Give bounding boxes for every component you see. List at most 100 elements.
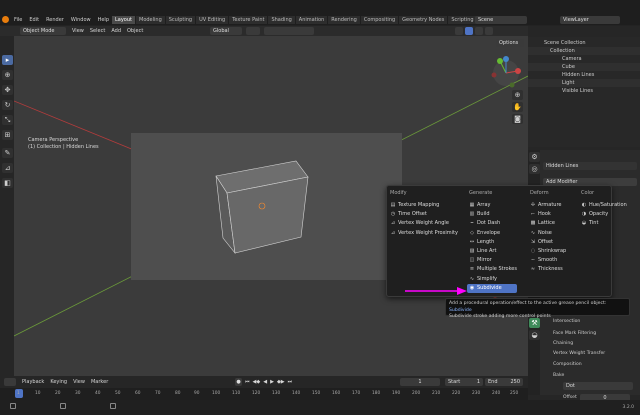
- panel-face-mark-filtering[interactable]: Face Mark Filtering: [553, 331, 596, 336]
- tab-modeling[interactable]: Modeling: [136, 16, 165, 24]
- object-name-field[interactable]: Hidden Lines: [543, 162, 637, 170]
- menu-item-mirror[interactable]: ◫ Mirror: [469, 256, 517, 265]
- menu-keying[interactable]: Keying: [50, 379, 67, 385]
- add-cube-tool-icon[interactable]: ◧: [2, 178, 13, 188]
- tool-tab-icon[interactable]: ⚙: [529, 152, 540, 162]
- end-frame-field[interactable]: End 250: [485, 378, 523, 386]
- scale-tool-icon[interactable]: ⤡: [2, 115, 13, 125]
- menu-item-envelope[interactable]: ◇ Envelope: [469, 229, 517, 238]
- outliner-item-hidden-lines[interactable]: Hidden Lines: [528, 71, 640, 79]
- tab-geometry-nodes[interactable]: Geometry Nodes: [399, 16, 448, 24]
- wireframe-shading-button[interactable]: [455, 27, 463, 35]
- snap-selector[interactable]: [264, 27, 314, 35]
- tab-layout[interactable]: Layout: [112, 16, 135, 24]
- menu-select[interactable]: Select: [90, 28, 105, 34]
- select-tool-icon[interactable]: ▸: [2, 55, 13, 65]
- next-keyframe-icon[interactable]: ◆▶: [277, 379, 285, 385]
- outliner-item-camera[interactable]: Camera: [528, 55, 640, 63]
- current-frame-field[interactable]: 1: [400, 378, 440, 386]
- rendered-shading-button[interactable]: [485, 27, 493, 35]
- menu-item-length[interactable]: ↔ Length: [469, 238, 517, 247]
- jump-end-icon[interactable]: ⏭: [288, 379, 293, 385]
- cursor-tool-icon[interactable]: ⊕: [2, 70, 13, 80]
- tab-rendering[interactable]: Rendering: [328, 16, 360, 24]
- pivot-selector[interactable]: [246, 27, 260, 35]
- menu-item-multiple-strokes[interactable]: ≡ Multiple Strokes: [469, 265, 517, 274]
- blender-logo-icon[interactable]: [2, 16, 9, 23]
- prev-keyframe-icon[interactable]: ◀◆: [253, 379, 261, 385]
- object-data-tab-icon[interactable]: ◒: [529, 330, 540, 340]
- menu-item-noise[interactable]: ∿ Noise: [530, 229, 566, 238]
- menu-marker[interactable]: Marker: [91, 379, 108, 385]
- menu-item-vertex-weight-proximity[interactable]: ⊿ Vertex Weight Proximity: [390, 229, 458, 238]
- navigation-gizmo[interactable]: [488, 55, 524, 91]
- tab-uv-editing[interactable]: UV Editing: [196, 16, 229, 24]
- camera-view-icon[interactable]: ◙: [512, 114, 523, 124]
- tab-sculpting[interactable]: Sculpting: [165, 16, 196, 24]
- timeline-editor-type[interactable]: [4, 378, 16, 386]
- panel-bake[interactable]: Bake: [553, 373, 564, 378]
- tab-animation[interactable]: Animation: [295, 16, 328, 24]
- menu-item-dot-dash[interactable]: ┅ Dot Dash: [469, 219, 517, 228]
- panel-chaining[interactable]: Chaining: [553, 341, 573, 346]
- outliner-item-light[interactable]: Light: [528, 79, 640, 87]
- panel-composition[interactable]: Composition: [553, 362, 582, 367]
- menu-item-lattice[interactable]: ▩ Lattice: [530, 219, 566, 228]
- menu-item-thickness[interactable]: ≈ Thickness: [530, 265, 566, 274]
- move-tool-icon[interactable]: ✥: [2, 85, 13, 95]
- mode-selector[interactable]: Object Mode: [20, 27, 66, 35]
- menu-item-hue-saturation[interactable]: ◐ Hue/Saturation: [581, 201, 627, 210]
- start-frame-field[interactable]: Start 1: [445, 378, 483, 386]
- menu-file[interactable]: File: [14, 17, 22, 23]
- menu-item-vertex-weight-angle[interactable]: ⊿ Vertex Weight Angle: [390, 219, 458, 228]
- menu-item-shrinkwrap[interactable]: ◌ Shrinkwrap: [530, 247, 566, 256]
- material-shading-button[interactable]: [475, 27, 483, 35]
- tab-scripting[interactable]: Scripting: [448, 16, 477, 24]
- outliner-item-cube[interactable]: Cube: [528, 63, 640, 71]
- render-tab-icon[interactable]: ◎: [529, 164, 540, 174]
- menu-item-texture-mapping[interactable]: ▤ Texture Mapping: [390, 201, 458, 210]
- outliner-item-collection[interactable]: Collection: [528, 47, 640, 55]
- menu-item-subdivide[interactable]: ◉ Subdivide: [467, 283, 517, 293]
- pan-hand-icon[interactable]: ✋: [512, 102, 523, 112]
- jump-start-icon[interactable]: ⏮: [245, 379, 250, 385]
- scene-selector[interactable]: Scene: [475, 16, 527, 24]
- frame-ruler[interactable]: 1 10 20 30 40 50 60 70 80 90 100 110 120…: [0, 388, 528, 400]
- menu-item-simplify[interactable]: ∿ Simplify: [469, 275, 517, 284]
- play-reverse-icon[interactable]: ◀: [263, 379, 267, 385]
- orientation-selector[interactable]: Global: [210, 27, 242, 35]
- measure-tool-icon[interactable]: ⊿: [2, 163, 13, 173]
- menu-edit[interactable]: Edit: [29, 17, 39, 23]
- menu-item-build[interactable]: ▥ Build: [469, 210, 517, 219]
- dot-dash-modifier-header[interactable]: Dot: [563, 382, 633, 390]
- zoom-icon[interactable]: ⊕: [512, 90, 523, 100]
- play-icon[interactable]: ▶: [270, 379, 274, 385]
- tab-shading[interactable]: Shading: [268, 16, 295, 24]
- menu-item-armature[interactable]: ✢ Armature: [530, 201, 566, 210]
- menu-view[interactable]: View: [72, 28, 84, 34]
- transform-tool-icon[interactable]: ⊞: [2, 130, 13, 140]
- record-icon[interactable]: ●: [235, 378, 242, 386]
- menu-item-opacity[interactable]: ◑ Opacity: [581, 210, 627, 219]
- menu-item-smooth[interactable]: ∼ Smooth: [530, 256, 566, 265]
- tab-compositing[interactable]: Compositing: [360, 16, 399, 24]
- menu-window[interactable]: Window: [71, 17, 91, 23]
- outliner-item-visible-lines[interactable]: Visible Lines: [528, 87, 640, 95]
- menu-item-time-offset[interactable]: ◷ Time Offset: [390, 210, 458, 219]
- view-layer-selector[interactable]: ViewLayer: [560, 16, 620, 24]
- panel-vertex-weight-transfer[interactable]: Vertex Weight Transfer: [553, 351, 605, 356]
- menu-item-tint[interactable]: ◒ Tint: [581, 219, 627, 228]
- menu-item-line-art[interactable]: ▨ Line Art: [469, 247, 517, 256]
- menu-render[interactable]: Render: [46, 17, 64, 23]
- menu-help[interactable]: Help: [98, 17, 109, 23]
- menu-add[interactable]: Add: [111, 28, 121, 34]
- outliner-scene-collection[interactable]: Scene Collection: [528, 39, 640, 47]
- tab-texture-paint[interactable]: Texture Paint: [229, 16, 268, 24]
- menu-item-hook[interactable]: ⌐ Hook: [530, 210, 566, 219]
- annotate-tool-icon[interactable]: ✎: [2, 148, 13, 158]
- menu-object[interactable]: Object: [127, 28, 143, 34]
- rotate-tool-icon[interactable]: ↻: [2, 100, 13, 110]
- menu-timeline-view[interactable]: View: [73, 379, 85, 385]
- menu-item-array[interactable]: ▦ Array: [469, 201, 517, 210]
- menu-item-offset[interactable]: ⇲ Offset: [530, 238, 566, 247]
